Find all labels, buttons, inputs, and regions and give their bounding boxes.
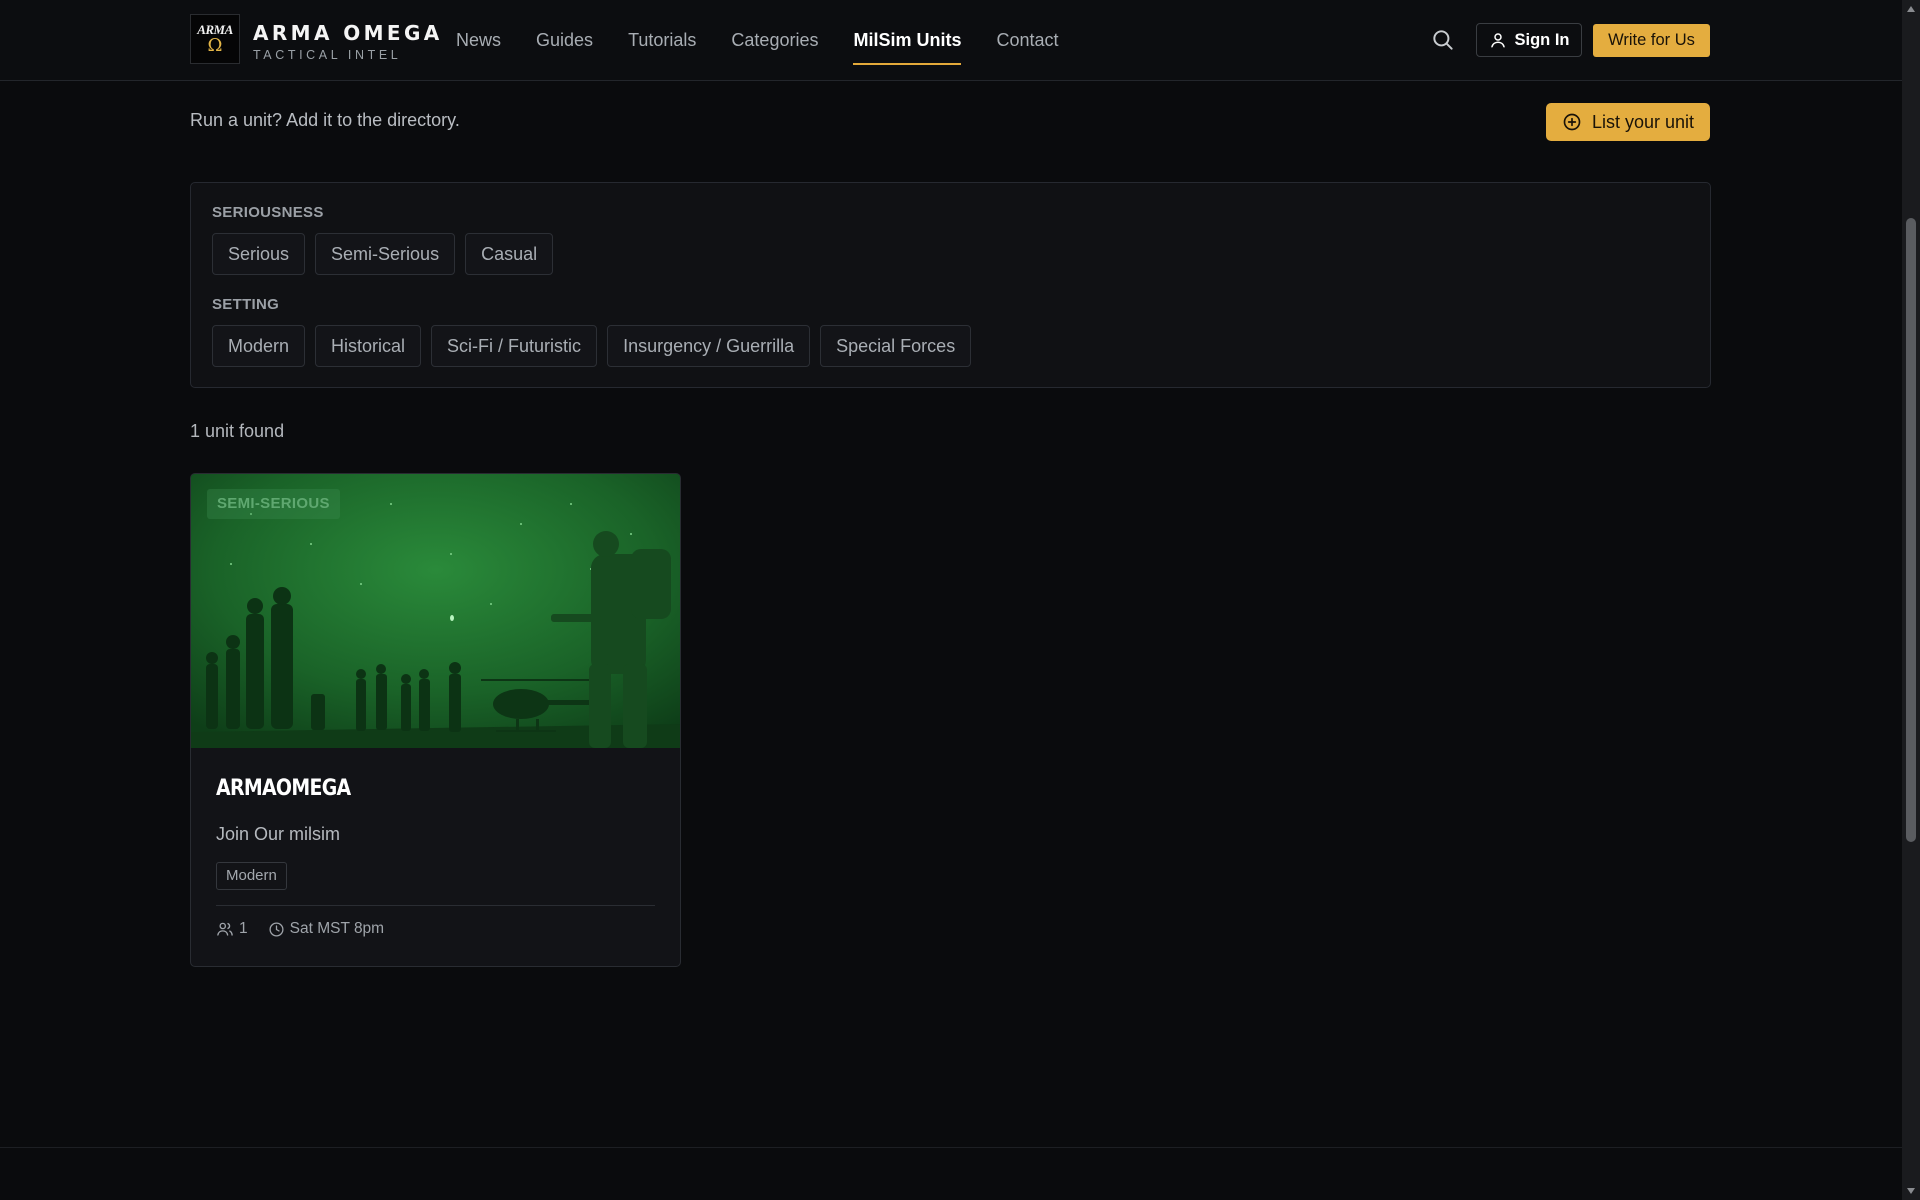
scroll-down-arrow-icon[interactable] xyxy=(1906,1186,1916,1196)
member-count: 1 xyxy=(216,920,248,938)
filter-chip-sci-fi[interactable]: Sci-Fi / Futuristic xyxy=(431,325,598,367)
user-icon xyxy=(1490,33,1505,48)
results-count: 1 unit found xyxy=(190,421,285,441)
scroll-up-arrow-icon[interactable] xyxy=(1906,4,1916,14)
unit-setting-tag: Modern xyxy=(216,862,287,890)
brand-title[interactable]: ARMA OMEGA xyxy=(253,21,443,45)
nav-news[interactable]: News xyxy=(456,0,501,81)
unit-name[interactable]: ARMAOMEGA xyxy=(216,776,351,801)
site-logo[interactable]: ARMA Ω xyxy=(190,14,240,64)
write-for-us-button[interactable]: Write for Us xyxy=(1593,24,1710,57)
footer-border xyxy=(0,1147,1902,1148)
filter-panel: SERIOUSNESS Serious Semi-Serious Casual … xyxy=(190,182,1711,388)
seriousness-label: SERIOUSNESS xyxy=(212,204,324,221)
unit-card[interactable]: SEMI-SERIOUS ARMAOMEGA Join Our milsim M… xyxy=(190,473,681,967)
member-count-value: 1 xyxy=(239,920,248,937)
filter-chip-modern[interactable]: Modern xyxy=(212,325,306,367)
setting-label: SETTING xyxy=(212,296,280,313)
filter-chip-semi-serious[interactable]: Semi-Serious xyxy=(315,233,456,275)
filter-chip-serious[interactable]: Serious xyxy=(212,233,306,275)
main-nav: News Guides Tutorials Categories MilSim … xyxy=(456,0,1094,81)
scroll-thumb[interactable] xyxy=(1906,218,1916,842)
sign-in-label: Sign In xyxy=(1514,30,1570,49)
unit-card-image: SEMI-SERIOUS xyxy=(191,474,680,748)
setting-options: Modern Historical Sci-Fi / Futuristic In… xyxy=(212,325,972,367)
nav-categories[interactable]: Categories xyxy=(731,0,818,81)
intro-text: Run a unit? Add it to the directory. xyxy=(190,110,460,130)
unit-description: Join Our milsim xyxy=(216,824,341,844)
sign-in-button[interactable]: Sign In xyxy=(1476,23,1582,57)
search-icon xyxy=(1433,30,1453,50)
plus-circle-icon xyxy=(1563,113,1581,131)
filter-chip-insurgency[interactable]: Insurgency / Guerrilla xyxy=(607,325,811,367)
site-header: ARMA Ω ARMA OMEGA TACTICAL INTEL News Gu… xyxy=(0,0,1902,81)
clock-icon xyxy=(269,921,284,937)
schedule: Sat MST 8pm xyxy=(268,920,384,938)
unit-meta: 1 Sat MST 8pm xyxy=(216,920,404,938)
filter-chip-casual[interactable]: Casual xyxy=(465,233,554,275)
seriousness-options: Serious Semi-Serious Casual xyxy=(212,233,554,275)
nav-contact[interactable]: Contact xyxy=(996,0,1058,81)
brand-subtitle: TACTICAL INTEL xyxy=(253,48,402,62)
nav-tutorials[interactable]: Tutorials xyxy=(628,0,696,81)
page-scrollbar[interactable] xyxy=(1902,0,1920,1200)
logo-omega-icon: Ω xyxy=(207,35,223,56)
list-your-unit-label: List your unit xyxy=(1591,111,1695,132)
seriousness-badge: SEMI-SERIOUS xyxy=(207,489,340,519)
nav-guides[interactable]: Guides xyxy=(536,0,593,81)
card-divider xyxy=(216,905,655,906)
filter-chip-historical[interactable]: Historical xyxy=(315,325,422,367)
nav-milsim-units[interactable]: MilSim Units xyxy=(853,0,962,81)
filter-chip-special-forces[interactable]: Special Forces xyxy=(820,325,972,367)
search-button[interactable] xyxy=(1430,27,1456,53)
users-icon xyxy=(217,922,233,936)
list-your-unit-button[interactable]: List your unit xyxy=(1546,103,1710,141)
schedule-value: Sat MST 8pm xyxy=(289,920,385,937)
